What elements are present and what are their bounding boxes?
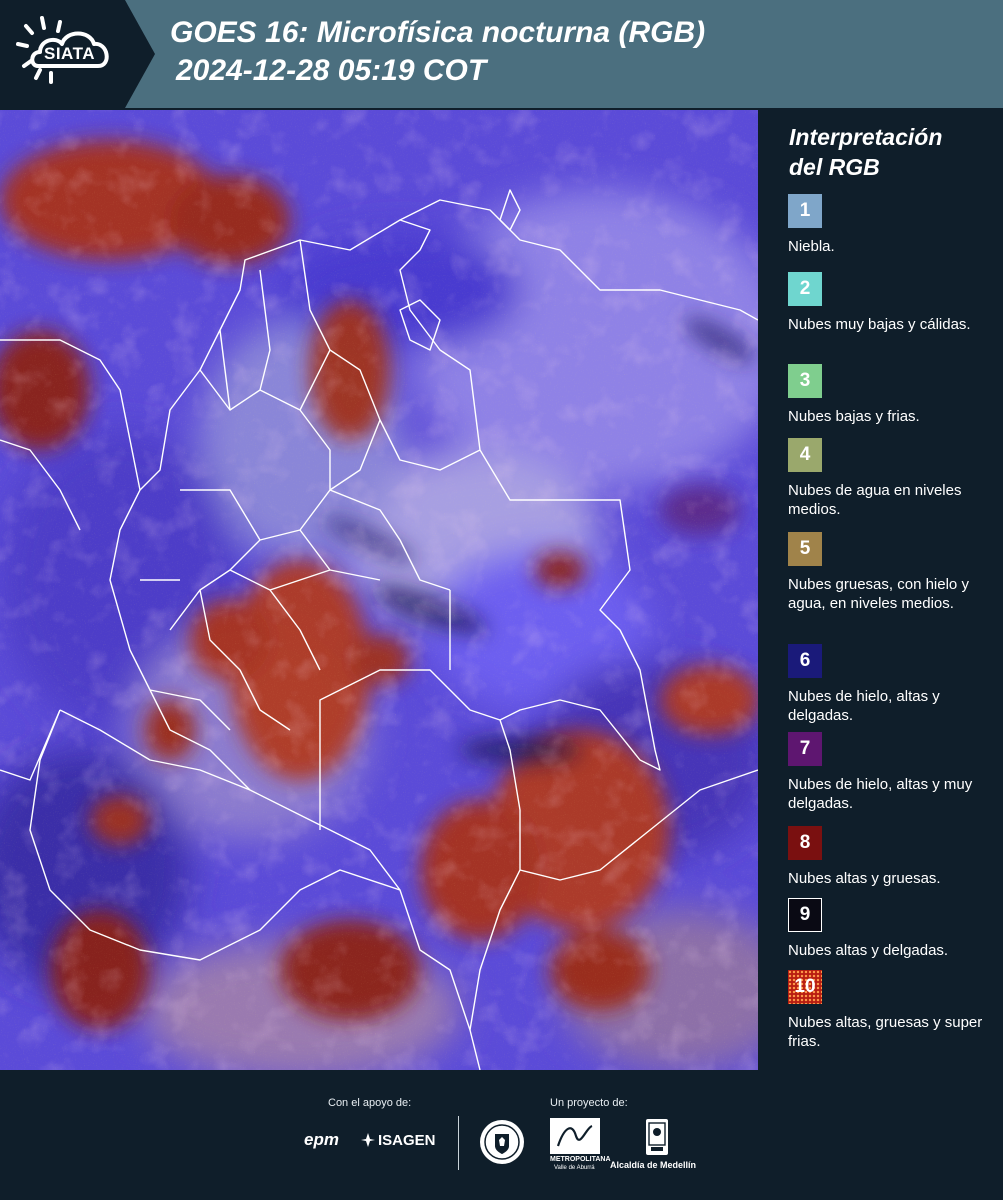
epm-logo: epm bbox=[304, 1130, 339, 1149]
isagen-icon bbox=[360, 1132, 376, 1153]
legend-title: Interpretación del RGB bbox=[789, 124, 943, 180]
alcaldia-text: Alcaldía de Medellín bbox=[610, 1160, 697, 1170]
legend-swatch: 10 bbox=[788, 970, 822, 1004]
legend-label: Niebla. bbox=[788, 238, 835, 255]
project-caption: Un proyecto de: bbox=[550, 1097, 628, 1109]
legend-swatch: 2 bbox=[788, 272, 822, 306]
legend-item-6: 6 Nubes de hielo, altas y delgadas. bbox=[788, 644, 998, 725]
legend-item-8: 8 Nubes altas y gruesas. bbox=[788, 826, 998, 888]
legend-swatch: 3 bbox=[788, 364, 822, 398]
legend-label: Nubes altas y gruesas. bbox=[788, 870, 941, 887]
legend-item-5: 5 Nubes gruesas, con hielo y agua, en ni… bbox=[788, 532, 998, 613]
legend-swatch: 6 bbox=[788, 644, 822, 678]
legend-swatch: 1 bbox=[788, 194, 822, 228]
legend-label: Nubes altas y delgadas. bbox=[788, 942, 949, 959]
legend-label: Nubes muy bajas y cálidas. bbox=[788, 316, 971, 333]
rgb-composite-image bbox=[0, 110, 758, 1070]
legend-swatch: 8 bbox=[788, 826, 822, 860]
legend-item-2: 2 Nubes muy bajas y cálidas. bbox=[788, 272, 998, 334]
legend-item-1: 1 Niebla. bbox=[788, 194, 998, 256]
legend-item-10: 10 Nubes altas, gruesas y super frias. bbox=[788, 970, 998, 1051]
legend-label: Nubes gruesas, con hielo y agua, en nive… bbox=[788, 576, 969, 612]
isagen-logo: ISAGEN bbox=[378, 1132, 436, 1149]
medellin-seal-icon bbox=[478, 1118, 526, 1171]
area-metropolitana-subtext: Valle de Aburrá bbox=[554, 1165, 595, 1171]
rgb-legend: Interpretación del RGB 1 Niebla. 2 Nubes… bbox=[760, 110, 1003, 1070]
legend-swatch: 4 bbox=[788, 438, 822, 472]
legend-label: Nubes de agua en niveles medios. bbox=[788, 482, 962, 518]
legend-item-9: 9 Nubes altas y delgadas. bbox=[788, 898, 998, 960]
header-bar: SIATA GOES 16: Microfísica nocturna (RGB… bbox=[0, 0, 1003, 108]
legend-label: Nubes bajas y frias. bbox=[788, 408, 920, 425]
footer-divider bbox=[458, 1116, 459, 1170]
legend-label: Nubes de hielo, altas y delgadas. bbox=[788, 688, 940, 724]
legend-item-4: 4 Nubes de agua en niveles medios. bbox=[788, 438, 998, 519]
logo-text: SIATA bbox=[44, 44, 95, 63]
siata-logo: SIATA bbox=[0, 0, 155, 108]
legend-label: Nubes altas, gruesas y super frias. bbox=[788, 1014, 983, 1050]
legend-label: Nubes de hielo, altas y muy delgadas. bbox=[788, 776, 973, 812]
legend-item-3: 3 Nubes bajas y frias. bbox=[788, 364, 998, 426]
area-metropolitana-logo bbox=[550, 1118, 600, 1159]
area-metropolitana-text: METROPOLITANA bbox=[550, 1156, 611, 1163]
legend-swatch: 7 bbox=[788, 732, 822, 766]
satellite-map bbox=[0, 110, 758, 1070]
support-caption: Con el apoyo de: bbox=[328, 1097, 412, 1109]
legend-item-7: 7 Nubes de hielo, altas y muy delgadas. bbox=[788, 732, 998, 813]
page-timestamp: 2024-12-28 05:19 COT bbox=[176, 54, 487, 87]
alcaldia-shield-icon bbox=[645, 1118, 669, 1161]
legend-swatch: 9 bbox=[788, 898, 822, 932]
page-title: GOES 16: Microfísica nocturna (RGB) bbox=[170, 16, 706, 49]
legend-swatch: 5 bbox=[788, 532, 822, 566]
footer: Con el apoyo de: Un proyecto de: epm ISA… bbox=[0, 1070, 1003, 1200]
